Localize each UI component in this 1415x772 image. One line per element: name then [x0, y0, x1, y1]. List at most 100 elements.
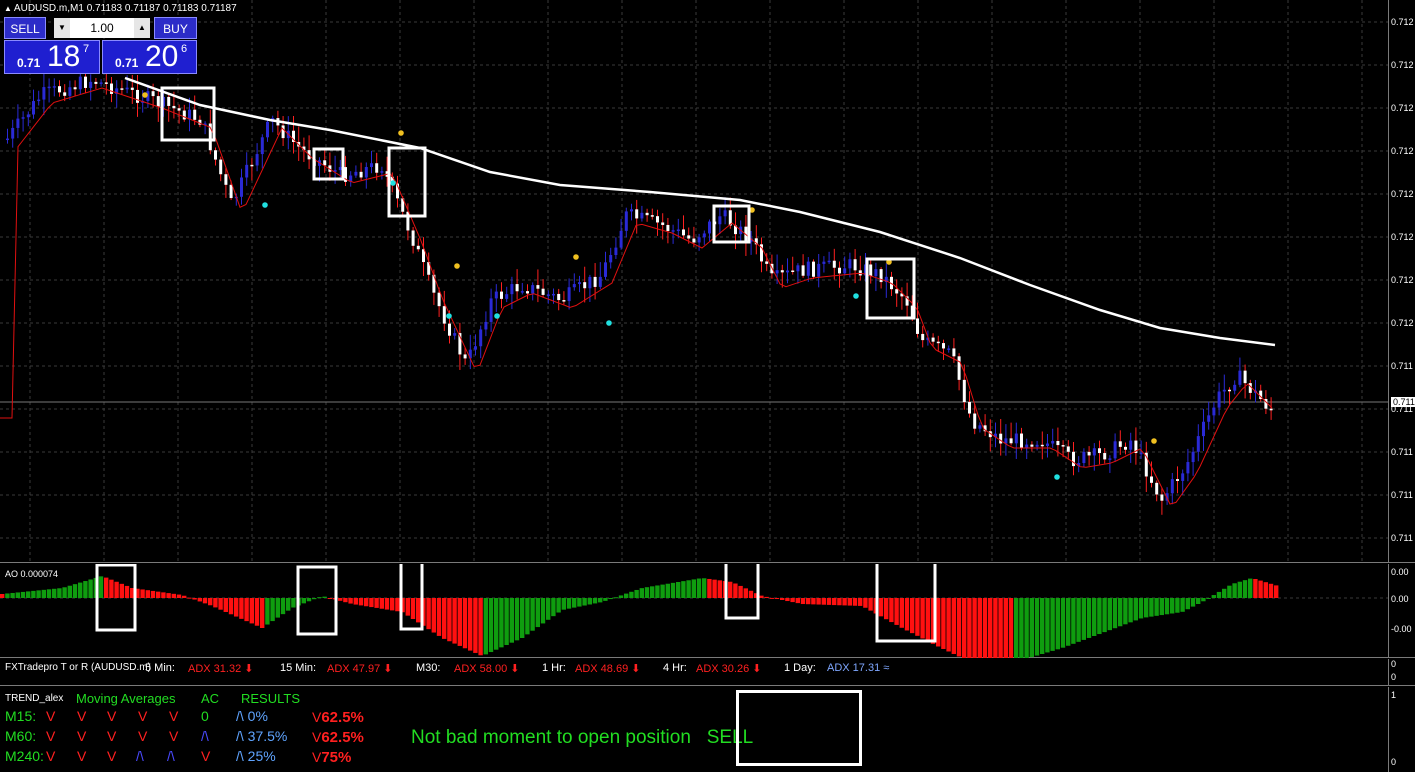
ao-bar	[301, 598, 306, 604]
candle-body	[718, 216, 722, 225]
fast-moving-average	[0, 87, 1273, 505]
adx-value-4hr: ADX 30.26 ⬇	[696, 663, 762, 675]
signal-dot	[606, 320, 612, 326]
price-scale[interactable]: 0.712 0.712 0.712 0.712 0.712 0.712 0.712 0.712…	[1388, 0, 1415, 563]
price-chart-canvas[interactable]	[0, 0, 1388, 563]
candle-body	[156, 96, 160, 107]
ao-bar	[26, 591, 31, 598]
sell-price-quote[interactable]: 0.71 18 7	[4, 40, 100, 74]
ao-bar	[530, 598, 535, 631]
ao-bar	[1206, 598, 1211, 599]
ao-bar	[5, 593, 10, 598]
ao-bar	[780, 598, 785, 600]
result-m15: V62.5%	[312, 709, 364, 726]
candle-body	[125, 87, 129, 90]
candle-body	[1025, 444, 1029, 448]
ao-bar	[1154, 598, 1159, 616]
ma-signal: V	[107, 708, 117, 724]
ao-bar	[665, 583, 670, 598]
candle-body	[614, 247, 618, 256]
price-chart-pane[interactable]: ▲ AUDUSD.m,M1 0.71183 0.71187 0.71183 0.7…	[0, 0, 1388, 563]
ao-bar	[431, 598, 436, 633]
ao-bar	[842, 598, 847, 606]
lot-size-input[interactable]: 1.00	[70, 18, 134, 38]
ao-bar	[1040, 598, 1045, 654]
candle-body	[1098, 448, 1101, 454]
candle-body	[572, 284, 576, 288]
ao-bar	[244, 598, 249, 622]
candle-body	[708, 221, 711, 234]
ao-bar	[52, 588, 57, 598]
candle-body	[567, 287, 571, 302]
adx-value-m30: ADX 58.00 ⬇	[454, 663, 520, 675]
ao-bar	[1086, 598, 1092, 638]
ao-bar	[1019, 598, 1024, 658]
ao-bar	[832, 598, 837, 606]
candle-body	[624, 211, 628, 231]
ao-bar	[327, 598, 332, 599]
ao-indicator-pane[interactable]	[0, 564, 1388, 658]
ao-bar	[1164, 598, 1170, 615]
candle-body	[21, 117, 25, 119]
ao-bar	[202, 598, 208, 604]
ao-histogram	[0, 564, 1388, 658]
ao-bar	[639, 588, 644, 598]
candle-body	[702, 233, 706, 238]
ao-bar	[764, 596, 769, 598]
candle-body	[562, 300, 566, 302]
ao-bar	[540, 598, 546, 624]
candle-body	[536, 285, 540, 289]
candle-body	[1233, 384, 1237, 391]
candle-body	[921, 333, 925, 341]
lot-decrease-button[interactable]: ▼	[54, 18, 70, 38]
candle-body	[541, 288, 545, 295]
candle-body	[1222, 389, 1226, 392]
ac-signal: V	[201, 748, 211, 764]
ao-bar	[660, 584, 665, 598]
ao-bar	[702, 578, 707, 598]
price-scale-label: 0.712	[1391, 232, 1414, 242]
sell-button[interactable]: SELL	[4, 17, 46, 39]
ao-bar	[670, 582, 676, 598]
buy-price-quote[interactable]: 0.71 20 6	[102, 40, 197, 74]
ao-bar	[109, 579, 114, 598]
chart-title: ▲ AUDUSD.m,M1 0.71183 0.71187 0.71183 0.7…	[4, 3, 237, 14]
ao-bar	[1008, 598, 1014, 658]
ao-bar	[176, 594, 182, 598]
ao-bar	[863, 598, 868, 608]
candle-body	[188, 109, 191, 120]
ao-bar	[249, 598, 254, 624]
candle-body	[167, 96, 171, 106]
adx-value-1day: ADX 17.31 ≈	[827, 662, 890, 674]
lot-increase-button[interactable]: ▲	[134, 18, 150, 38]
ao-bar	[62, 587, 67, 598]
ao-bar	[759, 595, 764, 598]
candle-body	[957, 356, 961, 380]
ao-bar	[67, 585, 72, 598]
candle-body	[89, 81, 93, 88]
candle-body	[42, 87, 46, 100]
candle-body	[676, 229, 680, 231]
candle-body	[78, 76, 82, 90]
candle-body	[73, 87, 77, 90]
ao-bar	[551, 598, 556, 617]
signal-highlight-box	[736, 690, 862, 766]
ao-bar	[520, 598, 525, 638]
signal-dot	[454, 263, 460, 269]
signal-dot	[573, 254, 579, 260]
ao-bar	[1190, 598, 1196, 607]
buy-button[interactable]: BUY	[154, 17, 197, 39]
ao-scale: 0.00 0.00 -0.00	[1388, 564, 1415, 658]
candle-body	[453, 333, 457, 336]
candle-body	[1160, 494, 1164, 501]
candle-body	[962, 379, 966, 403]
candle-body	[640, 212, 644, 219]
ac-percent: /\ 37.5%	[236, 728, 288, 744]
ao-bar	[1274, 585, 1279, 598]
ao-bar	[1138, 598, 1144, 619]
price-scale-label: 0.711	[1391, 361, 1413, 371]
row-label-m15: M15:	[5, 708, 37, 724]
ao-bar	[577, 598, 582, 607]
ao-bar	[806, 598, 811, 605]
candle-body	[775, 270, 779, 274]
